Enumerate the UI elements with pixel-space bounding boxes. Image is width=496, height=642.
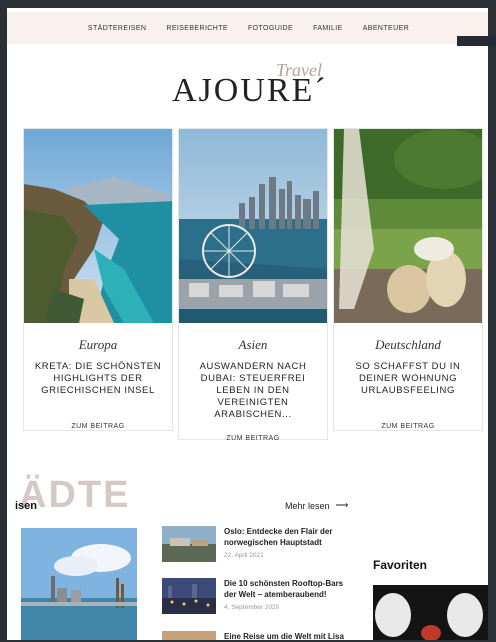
favorites-heading: Favoriten xyxy=(373,558,428,572)
favorites-image[interactable] xyxy=(373,585,490,640)
dubai-skyline-image xyxy=(179,129,327,323)
post-thumbnail[interactable] xyxy=(162,631,216,640)
terrace-lanterns-image xyxy=(334,129,482,323)
oslo-thumbnail xyxy=(162,526,216,562)
list-item[interactable]: Eine Reise um die Welt mit Lisa xyxy=(162,631,352,640)
post-thumbnail[interactable] xyxy=(162,526,216,562)
card-category: Deutschland xyxy=(375,337,441,352)
article-card-europa[interactable]: Europa KRETA: DIE SCHÖNSTEN HIGHLIGHTS D… xyxy=(23,128,173,431)
list-item[interactable]: Die 10 schönsten Rooftop-Bars der Welt –… xyxy=(162,578,352,618)
featured-cards: Europa KRETA: DIE SCHÖNSTEN HIGHLIGHTS D… xyxy=(23,128,485,448)
card-title[interactable]: SO SCHAFFST DU IN DEINER WOHNUNG URLAUBS… xyxy=(344,361,472,397)
nav-item-abenteuer[interactable]: ABENTEUER xyxy=(363,25,409,32)
site-logo[interactable]: Travel AJOURE´ xyxy=(172,60,342,109)
list-item[interactable]: Oslo: Entdecke den Flair der norwegische… xyxy=(162,526,352,566)
top-navigation: STÄDTEREISEN REISEBERICHTE FOTOGUIDE FAM… xyxy=(7,12,490,44)
nav-item-staedtereisen[interactable]: STÄDTEREISEN xyxy=(88,25,146,32)
read-more-link[interactable]: ZUM BEITRAG xyxy=(24,423,172,430)
section-main-image[interactable] xyxy=(21,528,137,640)
card-title[interactable]: AUSWANDERN NACH DUBAI: STEUERFREI LEBEN … xyxy=(189,361,317,421)
read-more-link[interactable]: ZUM BEITRAG xyxy=(179,435,327,442)
nav-item-familie[interactable]: FAMILIE xyxy=(313,25,343,32)
read-more-link[interactable]: ZUM BEITRAG xyxy=(334,423,482,430)
overlay-tab xyxy=(457,36,496,46)
card-image-dubai[interactable] xyxy=(179,129,327,323)
window-frame-right xyxy=(488,0,496,642)
post-title[interactable]: Eine Reise um die Welt mit Lisa xyxy=(224,631,354,640)
nav-item-fotoguide[interactable]: FOTOGUIDE xyxy=(248,25,293,32)
world-trip-thumbnail xyxy=(162,631,216,640)
arrow-right-icon: ⟶ xyxy=(335,500,349,510)
card-image-crete[interactable] xyxy=(24,129,172,323)
rooftop-bar-thumbnail xyxy=(162,578,216,614)
post-date: 22. April 2021 xyxy=(224,552,264,559)
page: STÄDTEREISEN REISEBERICHTE FOTOGUIDE FAM… xyxy=(7,8,490,640)
section-title: isen xyxy=(15,500,38,512)
post-title[interactable]: Oslo: Entdecke den Flair der norwegische… xyxy=(224,526,354,548)
coastal-city-image xyxy=(21,528,137,640)
nav-item-reiseberichte[interactable]: REISEBERICHTE xyxy=(166,25,228,32)
article-card-deutschland[interactable]: Deutschland SO SCHAFFST DU IN DEINER WOH… xyxy=(333,128,483,431)
article-card-asien[interactable]: Asien AUSWANDERN NACH DUBAI: STEUERFREI … xyxy=(178,128,328,442)
favorites-photo xyxy=(373,585,490,640)
post-title[interactable]: Die 10 schönsten Rooftop-Bars der Welt –… xyxy=(224,578,354,600)
post-thumbnail[interactable] xyxy=(162,578,216,614)
card-title[interactable]: KRETA: DIE SCHÖNSTEN HIGHLIGHTS DER GRIE… xyxy=(34,361,162,397)
card-image-terrace[interactable] xyxy=(334,129,482,323)
logo-word: AJOURE´ xyxy=(172,72,328,109)
read-more-button[interactable]: Mehr lesen ⟶ xyxy=(285,500,348,511)
crete-coast-image xyxy=(24,129,172,323)
card-category: Europa xyxy=(78,337,118,352)
post-date: 4. September 2020 xyxy=(224,604,280,611)
card-category: Asien xyxy=(238,337,268,352)
city-trips-section: ÄDTE isen Mehr lesen ⟶ Oslo: Entdecke de… xyxy=(7,468,490,640)
read-more-label: Mehr lesen xyxy=(285,500,330,511)
